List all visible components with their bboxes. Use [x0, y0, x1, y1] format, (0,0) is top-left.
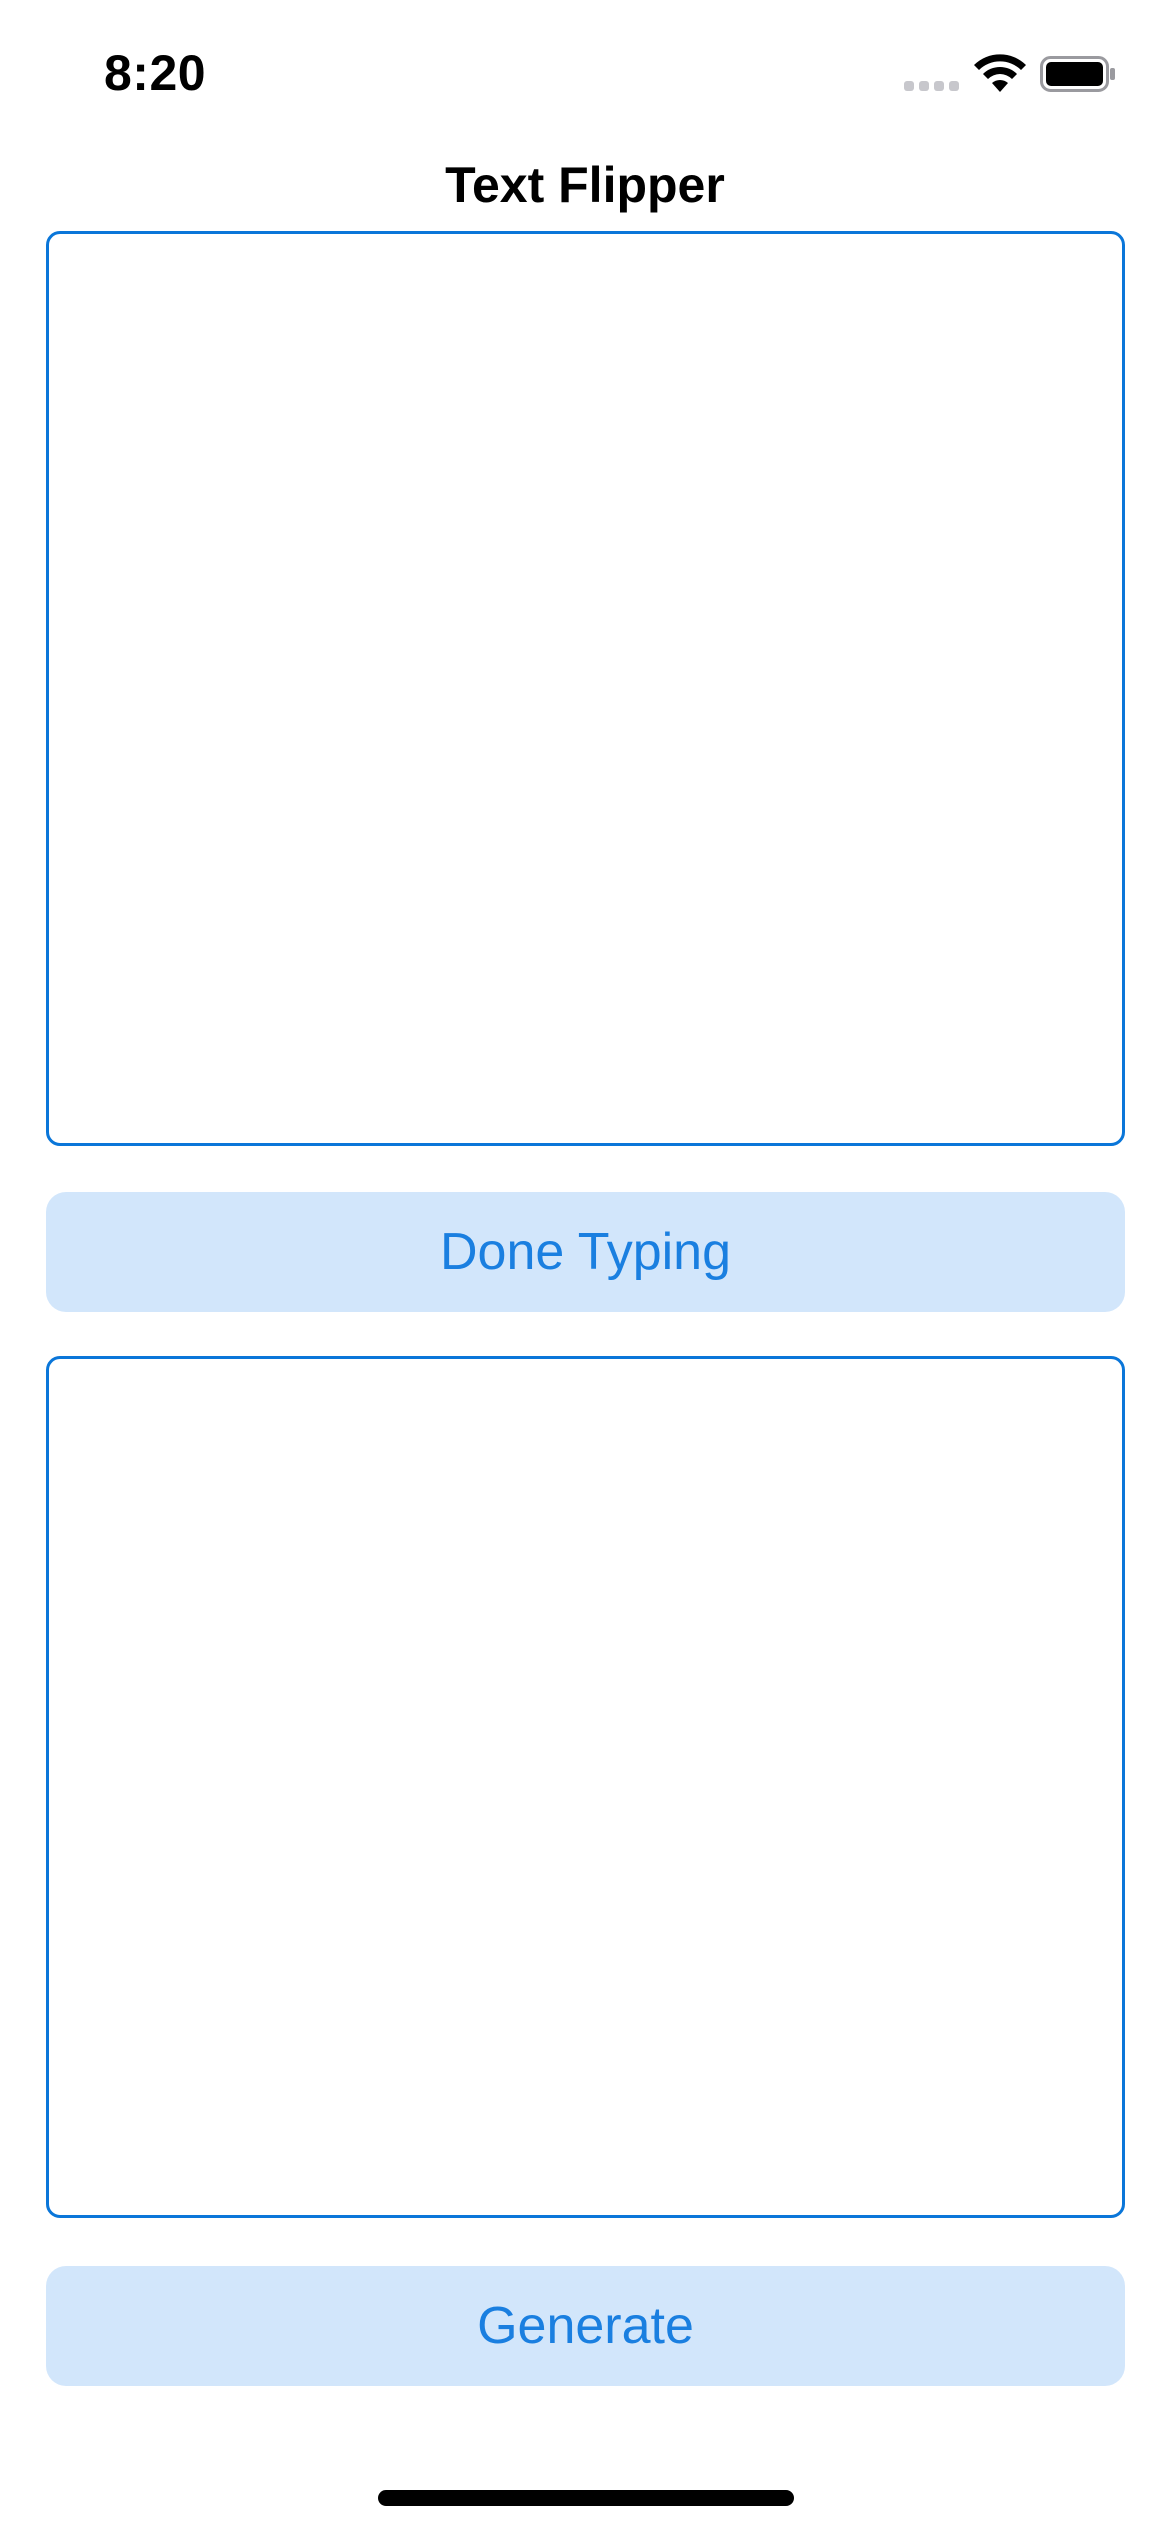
status-bar: 8:20 — [0, 0, 1170, 140]
output-text-area[interactable] — [46, 1356, 1125, 2218]
page-title: Text Flipper — [445, 157, 725, 213]
home-indicator[interactable] — [378, 2490, 794, 2506]
status-time: 8:20 — [104, 45, 207, 101]
done-typing-button[interactable]: Done Typing — [46, 1192, 1125, 1312]
generate-button[interactable]: Generate — [46, 2266, 1125, 2386]
wifi-icon — [974, 54, 1026, 92]
battery-icon — [1040, 56, 1115, 92]
app-screen: 8:20 Text Flipper Done Typing Generate — [0, 0, 1170, 2532]
cellular-signal-icon — [904, 81, 959, 91]
input-text-area[interactable] — [46, 231, 1125, 1146]
